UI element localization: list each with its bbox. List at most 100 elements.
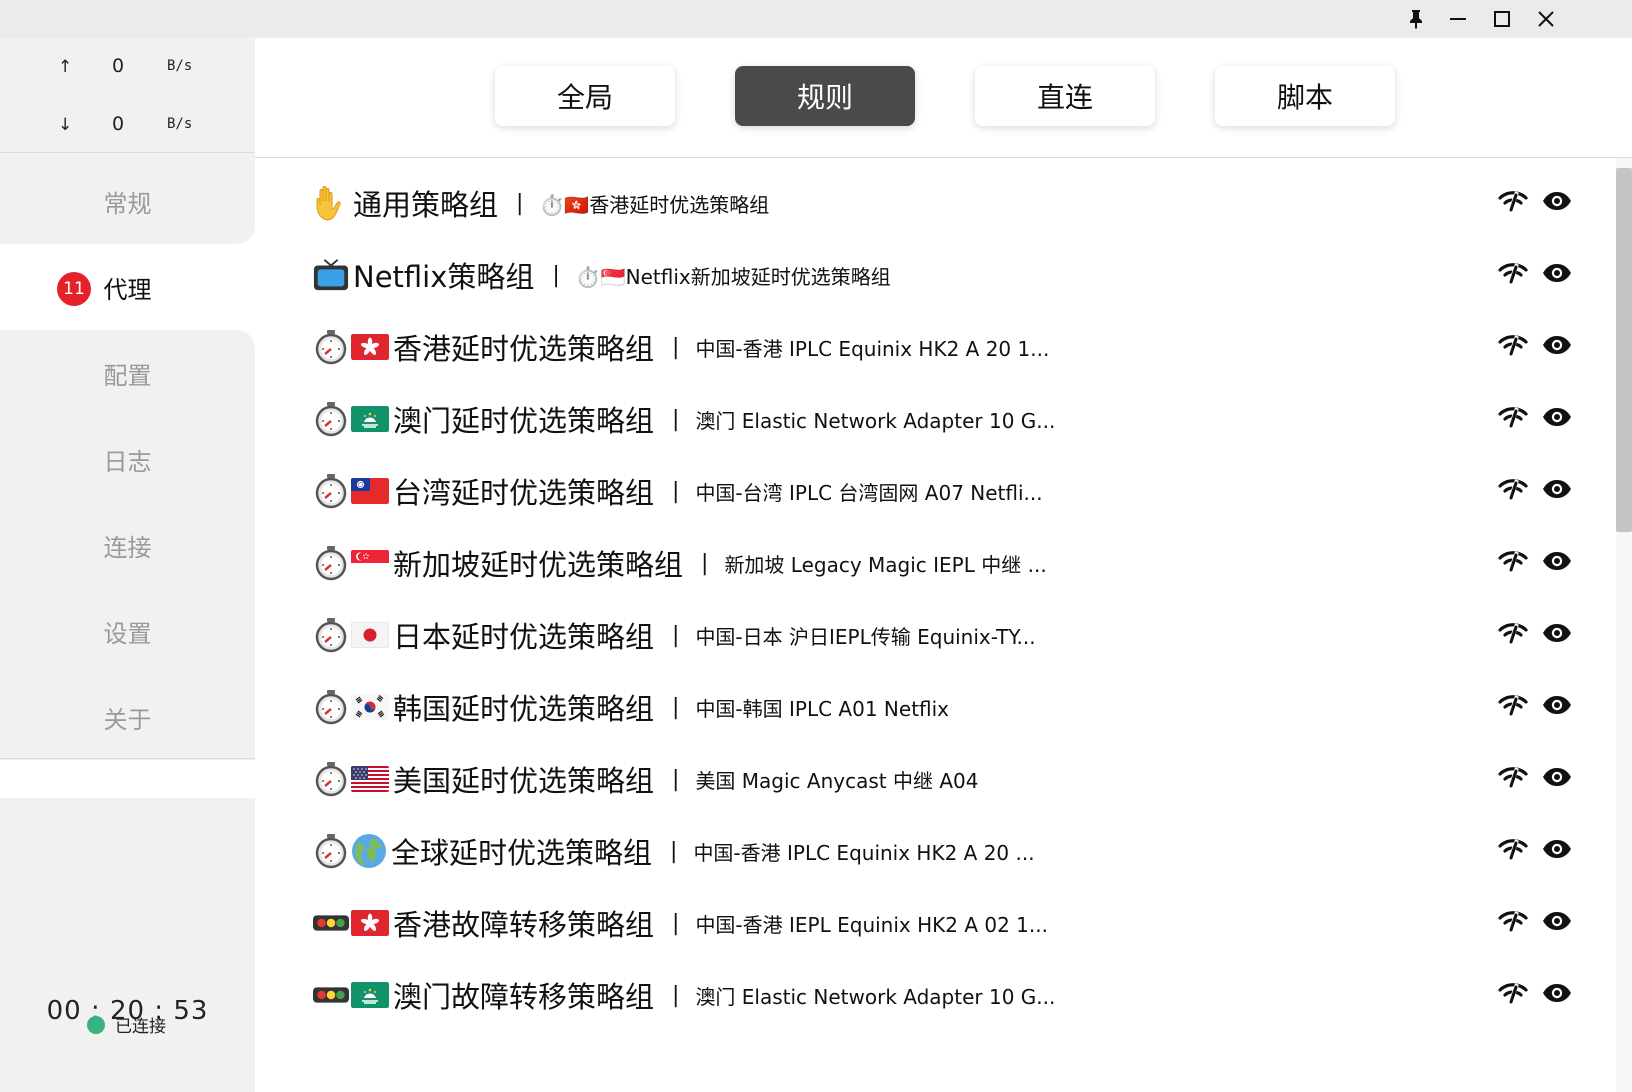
group-name: 通用策略组 [353,188,499,222]
sidebar-item-general[interactable]: 常规 [0,158,255,244]
visibility-eye-icon[interactable] [1541,763,1573,791]
row-actions [1485,835,1573,863]
proxy-group-row[interactable]: 新加坡延时优选策略组 | 新加坡 Legacy Magic IEPL 中继 ... [313,533,1573,593]
close-icon[interactable] [1528,4,1564,34]
visibility-eye-icon[interactable] [1541,835,1573,863]
proxy-group-row[interactable]: 全球延时优选策略组 | 中国-香港 IPLC Equinix HK2 A 20 ..… [313,821,1573,881]
group-current-node: ⏱️🇭🇰香港延时优选策略组 [539,192,770,217]
separator: | [552,262,560,288]
sidebar-item-connections[interactable]: 连接 [0,502,255,588]
row-actions [1485,763,1573,791]
separator: | [672,910,680,936]
row-actions [1485,691,1573,719]
group-current-node: 新加坡 Legacy Magic IEPL 中继 ... [724,552,1047,577]
visibility-eye-icon[interactable] [1541,331,1573,359]
proxy-group-row[interactable]: 日本延时优选策略组 | 中国-日本 沪日IEPL传输 Equinix-TY... [313,605,1573,665]
stopwatch-icon [313,761,349,797]
proxy-group-row[interactable]: 通用策略组 | ⏱️🇭🇰香港延时优选策略组 [313,173,1573,233]
proxy-group-row[interactable]: Netflix策略组 | ⏱️🇸🇬Netflix新加坡延时优选策略组 [313,245,1573,305]
mode-rule-button[interactable]: 规则 [735,66,915,126]
upload-arrow-icon: ↑ [58,57,73,77]
raised-hand-icon [313,185,349,221]
visibility-eye-icon[interactable] [1541,619,1573,647]
visibility-eye-icon[interactable] [1541,691,1573,719]
group-current-node: 中国-日本 沪日IEPL传输 Equinix-TY... [695,624,1036,649]
proxy-group-row[interactable]: 韩国延时优选策略组 | 中国-韩国 IPLC A01 Netflix [313,677,1573,737]
latency-test-icon[interactable] [1497,979,1529,1007]
proxy-group-row[interactable]: 澳门故障转移策略组 | 澳门 Elastic Network Adapter 10 … [313,965,1573,1025]
latency-test-icon[interactable] [1497,547,1529,575]
visibility-eye-icon[interactable] [1541,907,1573,935]
latency-test-icon[interactable] [1497,763,1529,791]
proxy-group-row[interactable]: 美国延时优选策略组 | 美国 Magic Anycast 中继 A04 [313,749,1573,809]
globe-icon [351,833,387,869]
mode-direct-button[interactable]: 直连 [975,66,1155,126]
separator: | [672,406,680,432]
separator: | [701,550,709,576]
proxy-group-row[interactable]: 台湾延时优选策略组 | 中国-台湾 IPLC 台湾固网 A07 Netfli... [313,461,1573,521]
visibility-eye-icon[interactable] [1541,475,1573,503]
japan-flag-icon [351,622,391,648]
sidebar-item-settings[interactable]: 设置 [0,588,255,674]
korea-flag-icon [351,694,391,720]
television-icon [313,257,349,293]
latency-test-icon[interactable] [1497,907,1529,935]
group-name: 澳门延时优选策略组 [393,404,655,438]
group-current-node: 澳门 Elastic Network Adapter 10 G... [695,408,1056,433]
sidebar-item-about[interactable]: 关于 [0,674,255,760]
group-name: Netflix策略组 [353,260,535,294]
mode-global-button[interactable]: 全局 [495,66,675,126]
sidebar-item-logs[interactable]: 日志 [0,416,255,502]
traffic-speed: ↑ 0 B/s ↓ 0 B/s [0,38,255,158]
sidebar-nav: 常规 11 代理 配置 日志 连接 设置 关于 [0,158,255,760]
latency-test-icon[interactable] [1497,475,1529,503]
latency-test-icon[interactable] [1497,403,1529,431]
visibility-eye-icon[interactable] [1541,979,1573,1007]
maximize-icon[interactable] [1484,4,1520,34]
proxy-group-row[interactable]: 香港延时优选策略组 | 中国-香港 IPLC Equinix HK2 A 20 1.… [313,317,1573,377]
row-actions [1485,331,1573,359]
pin-icon[interactable] [1398,4,1434,34]
singapore-flag-icon [351,550,391,576]
latency-test-icon[interactable] [1497,187,1529,215]
status-dot-icon [87,1015,105,1034]
group-current-node: 中国-香港 IPLC Equinix HK2 A 20 ... [693,840,1035,865]
latency-test-icon[interactable] [1497,331,1529,359]
visibility-eye-icon[interactable] [1541,187,1573,215]
latency-test-icon[interactable] [1497,835,1529,863]
group-name: 香港故障转移策略组 [393,908,655,942]
separator: | [672,766,680,792]
visibility-eye-icon[interactable] [1541,547,1573,575]
visibility-eye-icon[interactable] [1541,259,1573,287]
stopwatch-icon [313,473,349,509]
separator: | [516,190,524,216]
group-current-node: ⏱️🇸🇬Netflix新加坡延时优选策略组 [575,264,891,289]
group-name: 香港延时优选策略组 [393,332,655,366]
row-actions [1485,907,1573,935]
macau-flag-icon [351,982,391,1008]
stopwatch-icon [313,689,349,725]
scrollbar-thumb[interactable] [1616,168,1632,532]
latency-test-icon[interactable] [1497,259,1529,287]
group-current-node: 中国-韩国 IPLC A01 Netflix [695,696,950,721]
row-actions [1485,475,1573,503]
stopwatch-icon [313,617,349,653]
sidebar-item-proxies[interactable]: 11 代理 [0,244,255,330]
proxy-group-row[interactable]: 澳门延时优选策略组 | 澳门 Elastic Network Adapter 10 … [313,389,1573,449]
mode-script-button[interactable]: 脚本 [1215,66,1395,126]
latency-test-icon[interactable] [1497,619,1529,647]
sidebar-item-label: 连接 [103,533,152,562]
visibility-eye-icon[interactable] [1541,403,1573,431]
sidebar-item-label: 日志 [103,447,152,476]
latency-test-icon[interactable] [1497,691,1529,719]
minimize-icon[interactable] [1440,4,1476,34]
group-name: 美国延时优选策略组 [393,764,655,798]
sidebar-divider [0,758,255,759]
sidebar-item-profiles[interactable]: 配置 [0,330,255,416]
separator: | [672,478,680,504]
macau-flag-icon [351,406,391,432]
proxy-group-row[interactable]: 香港故障转移策略组 | 中国-香港 IEPL Equinix HK2 A 02 1.… [313,893,1573,953]
sidebar-item-label: 关于 [103,705,152,734]
separator: | [670,838,678,864]
group-name: 台湾延时优选策略组 [393,476,655,510]
